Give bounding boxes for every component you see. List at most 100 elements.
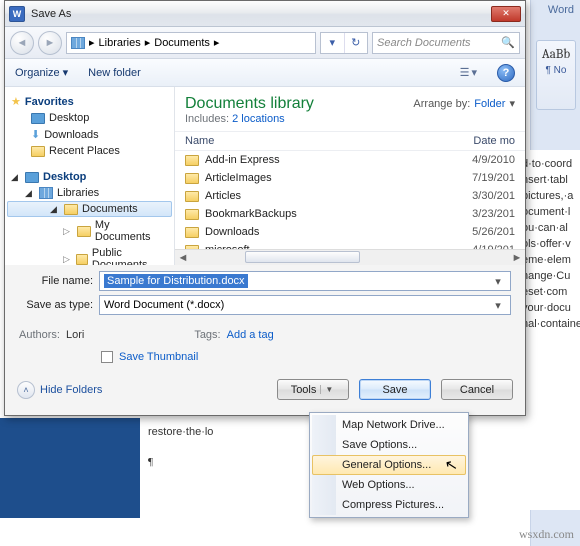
nav-my-documents[interactable]: ▷My Documents: [7, 217, 172, 245]
cancel-button[interactable]: Cancel: [441, 379, 513, 400]
word-title: Word: [548, 4, 574, 16]
triangle-down-icon[interactable]: ◢: [50, 204, 60, 215]
refresh-button[interactable]: ↻: [345, 33, 368, 53]
meta-row: Authors:Lori Tags:Add a tag: [5, 325, 525, 349]
breadcrumb-libraries[interactable]: Libraries: [99, 37, 141, 49]
nav-documents-selected[interactable]: ◢Documents: [7, 201, 172, 217]
favorites-group[interactable]: ★Favorites: [7, 93, 172, 110]
word-left-decor: [0, 418, 140, 518]
filename-value: Sample for Distribution.docx: [104, 274, 248, 288]
nav-libraries[interactable]: ◢Libraries: [7, 185, 172, 201]
tools-button[interactable]: Tools▼: [277, 379, 349, 400]
folder-icon: [185, 155, 199, 166]
chevron-right-icon[interactable]: ▸: [214, 36, 220, 49]
tags-value[interactable]: Add a tag: [227, 329, 274, 341]
hide-folders-button[interactable]: ˄ Hide Folders: [17, 381, 102, 399]
star-icon: ★: [11, 95, 21, 108]
menu-web-options[interactable]: Web Options...: [312, 475, 466, 495]
desktop-group[interactable]: ◢Desktop: [7, 169, 172, 185]
triangle-down-icon[interactable]: ◢: [25, 188, 35, 199]
column-headers[interactable]: Name Date mo: [175, 131, 525, 151]
search-placeholder: Search Documents: [377, 37, 471, 49]
list-item[interactable]: ArticleImages7/19/201: [175, 169, 525, 187]
search-input[interactable]: Search Documents 🔍: [372, 32, 520, 54]
ribbon-styles-group[interactable]: AaBb ¶ No: [536, 40, 576, 110]
help-button[interactable]: ?: [497, 64, 515, 82]
authors-value[interactable]: Lori: [66, 329, 84, 341]
nav-pane[interactable]: ★Favorites Desktop ⬇Downloads Recent Pla…: [5, 87, 175, 265]
libraries-icon: [71, 37, 85, 49]
hscrollbar[interactable]: ◄ ►: [175, 249, 525, 265]
list-item[interactable]: Add-in Express4/9/2010: [175, 151, 525, 169]
scroll-thumb[interactable]: [245, 251, 360, 263]
recent-icon: [31, 146, 45, 157]
chevron-down-icon[interactable]: ▾: [490, 275, 506, 288]
type-select[interactable]: Word Document (*.docx) ▾: [99, 295, 511, 315]
organize-button[interactable]: Organize ▾: [15, 66, 68, 79]
filename-label: File name:: [19, 275, 99, 287]
button-bar: ˄ Hide Folders Tools▼ Save Cancel: [5, 373, 525, 410]
chevron-down-icon: ▼: [320, 385, 333, 394]
arrange-by[interactable]: Arrange by: Folder ▾: [413, 97, 515, 110]
dialog-title: Save As: [31, 8, 491, 20]
locations-link[interactable]: 2 locations: [232, 113, 285, 125]
breadcrumb-documents[interactable]: Documents: [154, 37, 210, 49]
close-button[interactable]: ✕: [491, 6, 521, 22]
address-bar[interactable]: ▸ Libraries ▸ Documents ▸: [66, 32, 316, 54]
file-list[interactable]: Add-in Express4/9/2010 ArticleImages7/19…: [175, 151, 525, 249]
chevron-down-icon[interactable]: ▾: [490, 299, 506, 312]
folder-icon: [76, 254, 88, 265]
view-button[interactable]: ☰ ▾: [460, 66, 477, 79]
folder-icon: [185, 227, 199, 238]
nav-downloads[interactable]: ⬇Downloads: [7, 126, 172, 143]
history-dropdown[interactable]: ▾: [321, 33, 345, 53]
triangle-right-icon[interactable]: ▷: [63, 226, 73, 237]
library-subtitle: Includes: 2 locations: [185, 113, 515, 125]
menu-compress-pictures[interactable]: Compress Pictures...: [312, 495, 466, 515]
chevron-down-icon: ▾: [509, 97, 515, 110]
navbar: ◄ ► ▸ Libraries ▸ Documents ▸ ▾ ↻ Search…: [5, 27, 525, 59]
chevron-right-icon[interactable]: ▸: [145, 36, 151, 49]
menu-save-options[interactable]: Save Options...: [312, 435, 466, 455]
desktop-icon: [31, 113, 45, 124]
save-as-dialog: W Save As ✕ ◄ ► ▸ Libraries ▸ Documents …: [4, 0, 526, 416]
desktop-icon: [25, 172, 39, 183]
refresh-group: ▾ ↻: [320, 32, 368, 54]
folder-icon: [185, 209, 199, 220]
folder-icon: [185, 191, 199, 202]
filename-input[interactable]: Sample for Distribution.docx ▾: [99, 271, 511, 291]
doc-area: d·to·coordnsert·tablpictures,·a ocument·…: [520, 150, 580, 510]
list-item[interactable]: Articles3/30/201: [175, 187, 525, 205]
menu-map-drive[interactable]: Map Network Drive...: [312, 415, 466, 435]
authors-label: Authors:: [19, 329, 60, 341]
triangle-right-icon[interactable]: ▷: [63, 254, 72, 265]
form-area: File name: Sample for Distribution.docx …: [5, 265, 525, 325]
save-thumbnail-label: Save Thumbnail: [119, 351, 198, 363]
nav-desktop[interactable]: Desktop: [7, 110, 172, 126]
save-button[interactable]: Save: [359, 379, 431, 400]
list-item[interactable]: microsoft4/19/201: [175, 241, 525, 249]
col-date[interactable]: Date mo: [473, 135, 515, 147]
nav-recent[interactable]: Recent Places: [7, 143, 172, 159]
list-item[interactable]: BookmarkBackups3/23/201: [175, 205, 525, 223]
list-item[interactable]: Downloads5/26/201: [175, 223, 525, 241]
toolbar: Organize ▾ New folder ☰ ▾ ?: [5, 59, 525, 87]
menu-general-options[interactable]: General Options...: [312, 455, 466, 475]
save-thumbnail-check[interactable]: Save Thumbnail: [5, 349, 525, 373]
titlebar[interactable]: W Save As ✕: [5, 1, 525, 27]
col-name[interactable]: Name: [185, 135, 473, 147]
scroll-left[interactable]: ◄: [175, 250, 191, 265]
scroll-right[interactable]: ►: [509, 250, 525, 265]
triangle-down-icon[interactable]: ◢: [11, 172, 21, 183]
type-label: Save as type:: [19, 299, 99, 311]
chevron-up-icon: ˄: [17, 381, 35, 399]
chevron-right-icon[interactable]: ▸: [89, 36, 95, 49]
nav-forward-button[interactable]: ►: [38, 31, 62, 55]
checkbox[interactable]: [101, 351, 113, 363]
new-folder-button[interactable]: New folder: [88, 67, 141, 79]
ribbon-sample: AaBb: [537, 47, 575, 62]
download-icon: ⬇: [31, 128, 40, 141]
nav-back-button[interactable]: ◄: [10, 31, 34, 55]
nav-public-documents[interactable]: ▷Public Documents: [7, 245, 172, 265]
chevron-down-icon: ▾: [471, 66, 477, 79]
